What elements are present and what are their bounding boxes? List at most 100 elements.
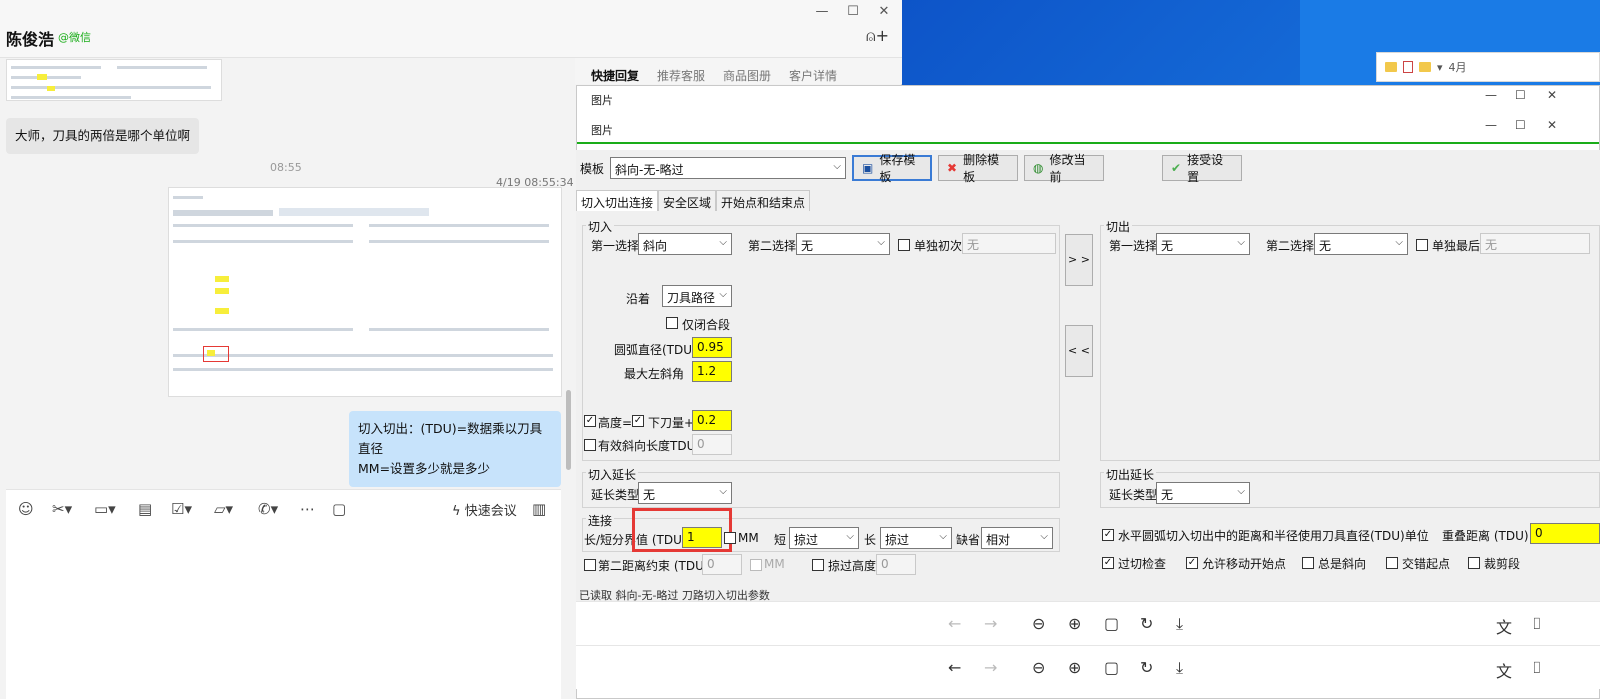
fit-screen-icon[interactable]: ▢ [1104,658,1119,677]
tab-leads-links[interactable]: 切入切出连接 [576,190,659,211]
close-icon[interactable]: ✕ [1547,118,1557,132]
minimize-icon[interactable]: — [1485,88,1497,102]
closed-only-label: 仅闭合段 [682,318,731,332]
single-first-checkbox[interactable] [898,239,910,251]
previous-icon[interactable]: ← [948,614,961,633]
modify-current-button[interactable]: ◍ 修改当前 [1024,153,1104,184]
lead-in-first-choice-select[interactable]: 斜向 ⌵ [638,233,732,255]
lead-in-extension-type-select[interactable]: 无 ⌵ [638,482,732,504]
emoji-icon[interactable]: ☺ [18,500,34,518]
short-link-select[interactable]: 掠过 ⌵ [789,527,859,549]
download-icon[interactable]: ⤓ [1176,614,1183,634]
explorer-folder-name: 4月 [1448,61,1467,74]
zoom-in-icon[interactable]: ⊕ [1068,614,1081,633]
phone-icon[interactable]: ✆▾ [258,500,278,518]
rotate-icon[interactable]: ↻ [1140,614,1153,633]
tab-product-album[interactable]: 商品图册 [723,67,771,84]
leads-links-dialog: 模板 斜向-无-略过 ⌵ ▣ 保存模板 ✖ 删除模板 ◍ 修改当前 ✔ 接受设置 切入切出… [576,150,1600,602]
template-select[interactable]: 斜向-无-略过 ⌵ [610,157,846,179]
extract-text-icon[interactable]: ⌷ [1532,658,1542,678]
download-icon[interactable]: ⤓ [1176,658,1183,678]
gouge-check-checkbox[interactable]: ✓ [1102,557,1114,569]
folder-icon[interactable]: ▱▾ [214,500,233,518]
sidebar-toggle-icon[interactable]: ▥ [532,500,546,518]
tab-start-end-points[interactable]: 开始点和结束点 [716,190,811,211]
copy-to-lead-out-button[interactable]: > > [1065,234,1093,286]
delete-template-button[interactable]: ✖ 删除模板 [938,153,1018,184]
translate-icon[interactable]: 文 [1496,658,1512,682]
height-checkbox[interactable]: ✓ [584,415,596,427]
skim-height-checkbox[interactable] [812,559,824,571]
zoom-out-icon[interactable]: ⊖ [1032,614,1045,633]
accept-settings-button[interactable]: ✔ 接受设置 [1162,153,1242,184]
next-icon[interactable]: → [984,658,997,677]
single-first-select[interactable]: 无 [962,233,1056,254]
fit-screen-icon[interactable]: ▢ [1104,614,1119,633]
zoom-out-icon[interactable]: ⊖ [1032,658,1045,677]
tab-recommend-service[interactable]: 推荐客服 [657,67,705,84]
plunge-checkbox[interactable]: ✓ [632,415,644,427]
maximize-icon[interactable]: ☐ [1515,88,1526,102]
quick-meeting-button[interactable]: ϟ 快速会议 [452,500,517,519]
minimize-icon[interactable]: — [812,4,832,19]
second-distance-input[interactable]: 0 [702,554,742,575]
scissors-icon[interactable]: ✂▾ [52,500,72,518]
explorer-toolbar[interactable]: ▾ 4月 [1376,52,1600,82]
history-icon[interactable]: ▢ [332,500,346,518]
tab-quick-reply[interactable]: 快捷回复 [591,67,639,84]
overlap-distance-input[interactable]: 0 [1530,523,1600,544]
add-contact-icon[interactable]: ⍝+ [866,26,889,46]
tab-safe-area[interactable]: 安全区域 [658,190,717,211]
minimize-icon[interactable]: — [1485,118,1497,132]
close-icon[interactable]: ✕ [874,4,894,19]
stagger-start-checkbox[interactable] [1386,557,1398,569]
allow-move-start-checkbox[interactable]: ✓ [1186,557,1198,569]
translate-icon[interactable]: 文 [1496,614,1512,638]
lead-out-first-choice-select[interactable]: 无 ⌵ [1156,233,1250,255]
single-last-checkbox[interactable] [1416,239,1428,251]
plunge-input[interactable]: 0.2 [692,410,732,431]
max-ramp-input[interactable]: 1.2 [692,361,732,382]
dropdown-icon[interactable]: ▾ [1437,61,1443,74]
message-composer[interactable]: ☺ ✂▾ ▭▾ ▤ ☑▾ ▱▾ ✆▾ ⋯ ▢ ϟ 快速会议 ▥ [6,489,561,699]
chat-image-thumbnail[interactable] [6,59,222,101]
save-template-button[interactable]: ▣ 保存模板 [852,153,932,184]
lead-in-second-choice-select[interactable]: 无 ⌵ [796,233,890,255]
chat-scrollbar[interactable] [566,390,571,470]
zoom-in-icon[interactable]: ⊕ [1068,658,1081,677]
single-last-select[interactable]: 无 [1480,233,1590,254]
document-icon[interactable]: ▤ [138,500,152,518]
previous-icon[interactable]: ← [948,658,961,677]
closed-only-checkbox[interactable] [666,317,678,329]
second-distance-checkbox[interactable] [584,559,596,571]
mm2-checkbox[interactable] [750,559,762,571]
mm-checkbox[interactable] [724,532,736,544]
image-icon[interactable]: ▭▾ [94,500,116,518]
copy-to-lead-in-button[interactable]: < < [1065,325,1093,377]
lead-out-second-choice-select[interactable]: 无 ⌵ [1314,233,1408,255]
always-ramp-checkbox[interactable] [1302,557,1314,569]
maximize-icon[interactable]: ☐ [843,4,863,19]
skim-height-input[interactable]: 0 [876,554,916,575]
along-select[interactable]: 刀具路径 ⌵ [662,285,732,307]
tab-customer-details[interactable]: 客户详情 [789,67,837,84]
first-choice-label: 第一选择 [1109,239,1158,253]
trim-segment-checkbox[interactable] [1468,557,1480,569]
message-bubble-received[interactable]: 大师，刀具的两倍是哪个单位啊 [6,118,200,154]
long-link-select[interactable]: 掠过 ⌵ [880,527,952,549]
arc-tdu-checkbox[interactable]: ✓ [1102,529,1114,541]
extract-text-icon[interactable]: ⌷ [1532,614,1542,634]
arc-diameter-input[interactable]: 0.95 [692,337,732,358]
task-icon[interactable]: ☑▾ [171,500,192,518]
message-bubble-sent[interactable]: 切入切出：(TDU)=数据乘以刀具直径 MM=设置多少就是多少 [349,411,561,487]
lead-out-extension-type-select[interactable]: 无 ⌵ [1156,482,1250,504]
more-icon[interactable]: ⋯ [300,500,315,518]
next-icon[interactable]: → [984,614,997,633]
rotate-icon[interactable]: ↻ [1140,658,1153,677]
effective-ramp-checkbox[interactable] [584,439,596,451]
chat-image-screenshot[interactable] [168,187,562,397]
close-icon[interactable]: ✕ [1547,88,1557,102]
effective-ramp-input[interactable]: 0 [692,434,732,455]
maximize-icon[interactable]: ☐ [1515,118,1526,132]
default-link-select[interactable]: 相对 ⌵ [981,527,1053,549]
